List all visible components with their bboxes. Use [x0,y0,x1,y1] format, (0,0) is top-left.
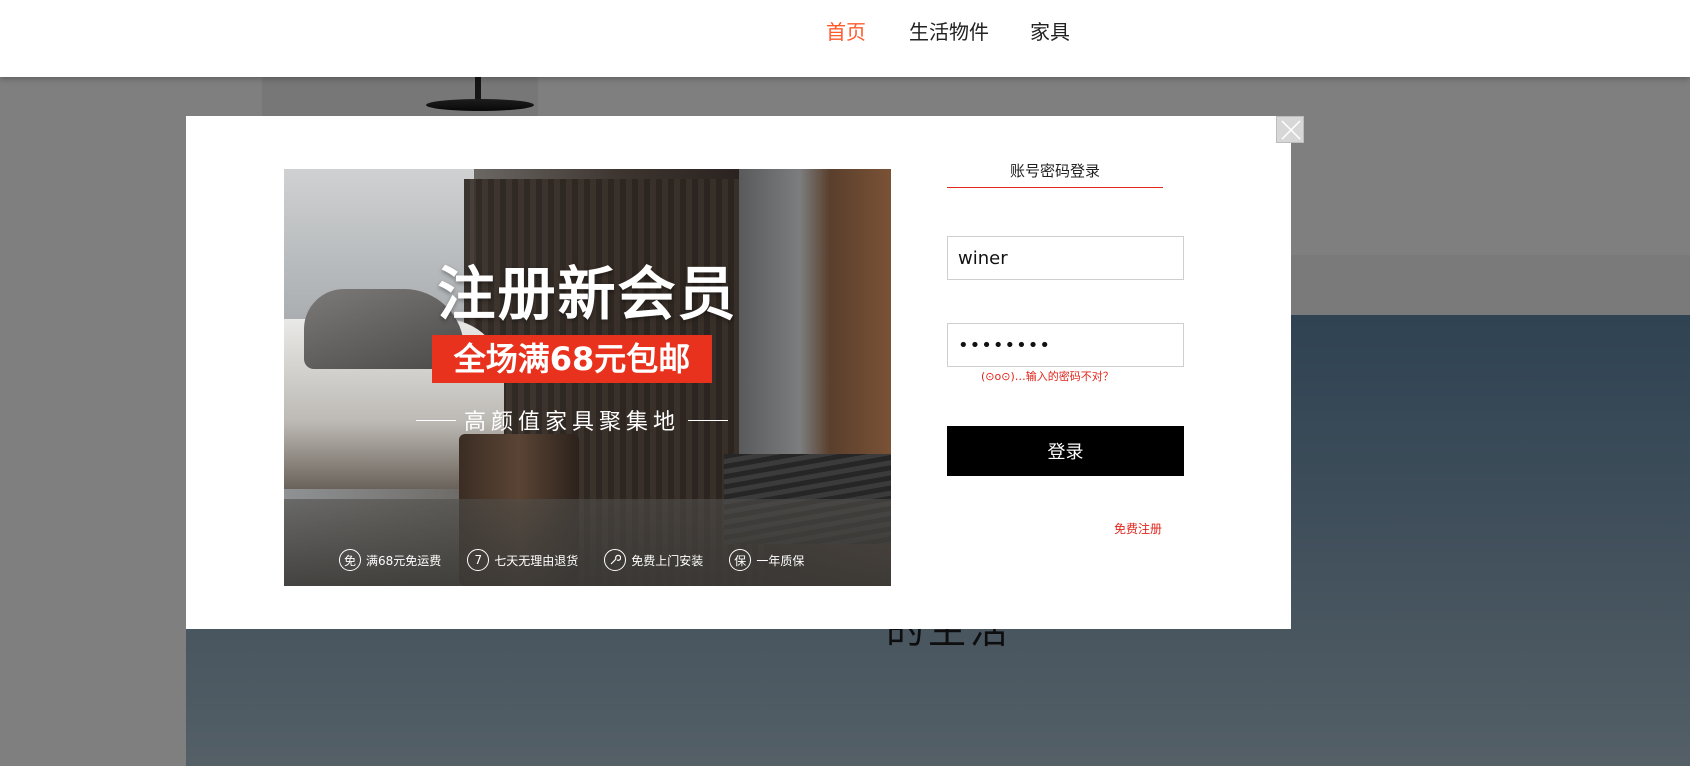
login-button[interactable]: 登录 [947,426,1184,476]
close-icon [1281,120,1301,140]
promo-tagline: 高颜值家具聚集地 [463,410,680,435]
nav-item-living-objects[interactable]: 生活物件 [909,16,989,45]
password-input[interactable] [947,323,1184,367]
top-nav: 首页 生活物件 家具 [0,0,1690,77]
promo-floor [284,499,891,586]
divider [415,419,456,421]
wrench-icon [604,549,627,571]
username-input[interactable] [947,236,1184,280]
nav-item-furniture[interactable]: 家具 [1030,16,1070,45]
feature-warranty: 保 一年质保 [729,549,804,571]
promo-tagline-row: 高颜值家具聚集地 [412,405,732,435]
feature-seven-day-return: 7 七天无理由退货 [467,549,578,571]
promo-title: 注册新会员 [437,260,738,328]
seven-day-icon: 7 [467,549,490,571]
feature-label: 一年质保 [756,553,805,568]
password-error-message: (⊙o⊙)…输入的密码不对？ [981,370,1114,383]
feature-label: 满68元免运费 [366,553,442,568]
login-modal: 注册新会员 全场满68元包邮 高颜值家具聚集地 免 满68元免运费 7 七天无理… [186,116,1304,629]
feature-free-installation: 免费上门安装 [604,549,703,571]
divider [688,419,728,421]
free-shipping-icon: 免 [339,549,361,571]
feature-label: 免费上门安装 [631,553,704,568]
tab-account-password-login[interactable]: 账号密码登录 [947,160,1163,188]
promo-features: 免 满68元免运费 7 七天无理由退货 免费上门安装 保 一年质保 [339,549,804,571]
feature-free-shipping: 免 满68元免运费 [339,549,441,571]
free-register-link[interactable]: 免费注册 [1114,520,1162,537]
promo-image: 注册新会员 全场满68元包邮 高颜值家具聚集地 免 满68元免运费 7 七天无理… [284,169,891,586]
promo-offer-badge: 全场满68元包邮 [432,335,712,383]
close-button[interactable] [1276,116,1304,143]
feature-label: 七天无理由退货 [494,553,579,568]
warranty-icon: 保 [729,549,752,571]
nav-item-home[interactable]: 首页 [826,16,866,45]
